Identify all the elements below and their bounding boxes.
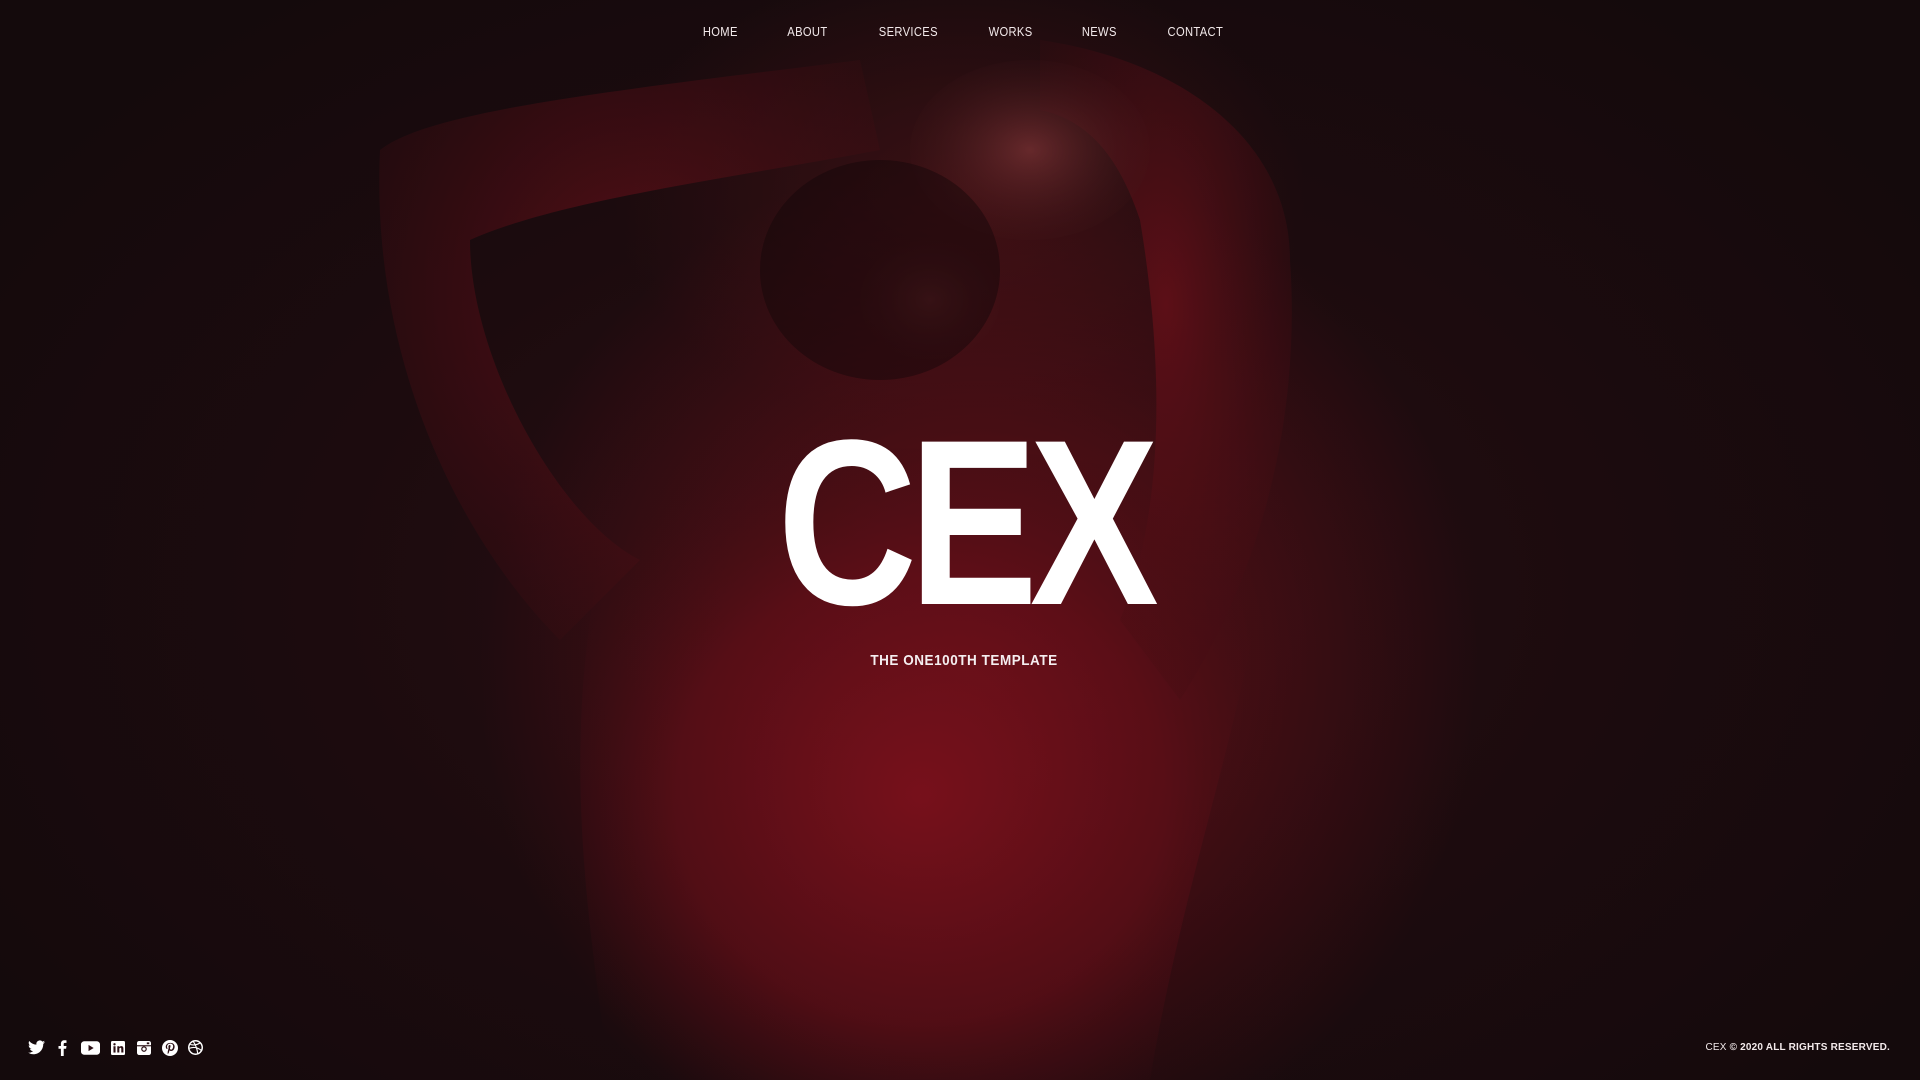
footer-brand: CEX bbox=[1705, 1042, 1727, 1053]
youtube-icon[interactable] bbox=[80, 1039, 100, 1056]
hero-title: CEX bbox=[777, 391, 1159, 655]
pinterest-icon[interactable] bbox=[161, 1039, 178, 1056]
main-navigation: HOME ABOUT SERVICES WORKS NEWS CONTACT bbox=[0, 24, 1920, 39]
page: HOME ABOUT SERVICES WORKS NEWS CONTACT C… bbox=[0, 0, 1920, 1080]
nav-item-works[interactable]: WORKS bbox=[989, 24, 1033, 39]
nav-item-news[interactable]: NEWS bbox=[1082, 24, 1117, 39]
twitter-icon[interactable] bbox=[28, 1039, 45, 1056]
nav-item-services[interactable]: SERVICES bbox=[878, 24, 937, 39]
instagram-icon[interactable] bbox=[135, 1039, 152, 1056]
nav-item-home[interactable]: HOME bbox=[703, 24, 738, 39]
footer-rights: © 2020 ALL RIGHTS RESERVED. bbox=[1729, 1042, 1890, 1053]
social-links bbox=[28, 1039, 204, 1056]
nav-item-contact[interactable]: CONTACT bbox=[1168, 24, 1224, 39]
linkedin-icon[interactable] bbox=[109, 1039, 126, 1056]
nav-item-about[interactable]: ABOUT bbox=[787, 24, 827, 39]
hero-subtitle: THE ONE100TH TEMPLATE bbox=[870, 652, 1058, 669]
facebook-icon[interactable] bbox=[54, 1039, 71, 1056]
dribbble-icon[interactable] bbox=[187, 1039, 204, 1056]
copyright-text: CEX © 2020 ALL RIGHTS RESERVED. bbox=[1705, 1042, 1890, 1053]
nav-list: HOME ABOUT SERVICES WORKS NEWS CONTACT bbox=[700, 24, 1228, 39]
